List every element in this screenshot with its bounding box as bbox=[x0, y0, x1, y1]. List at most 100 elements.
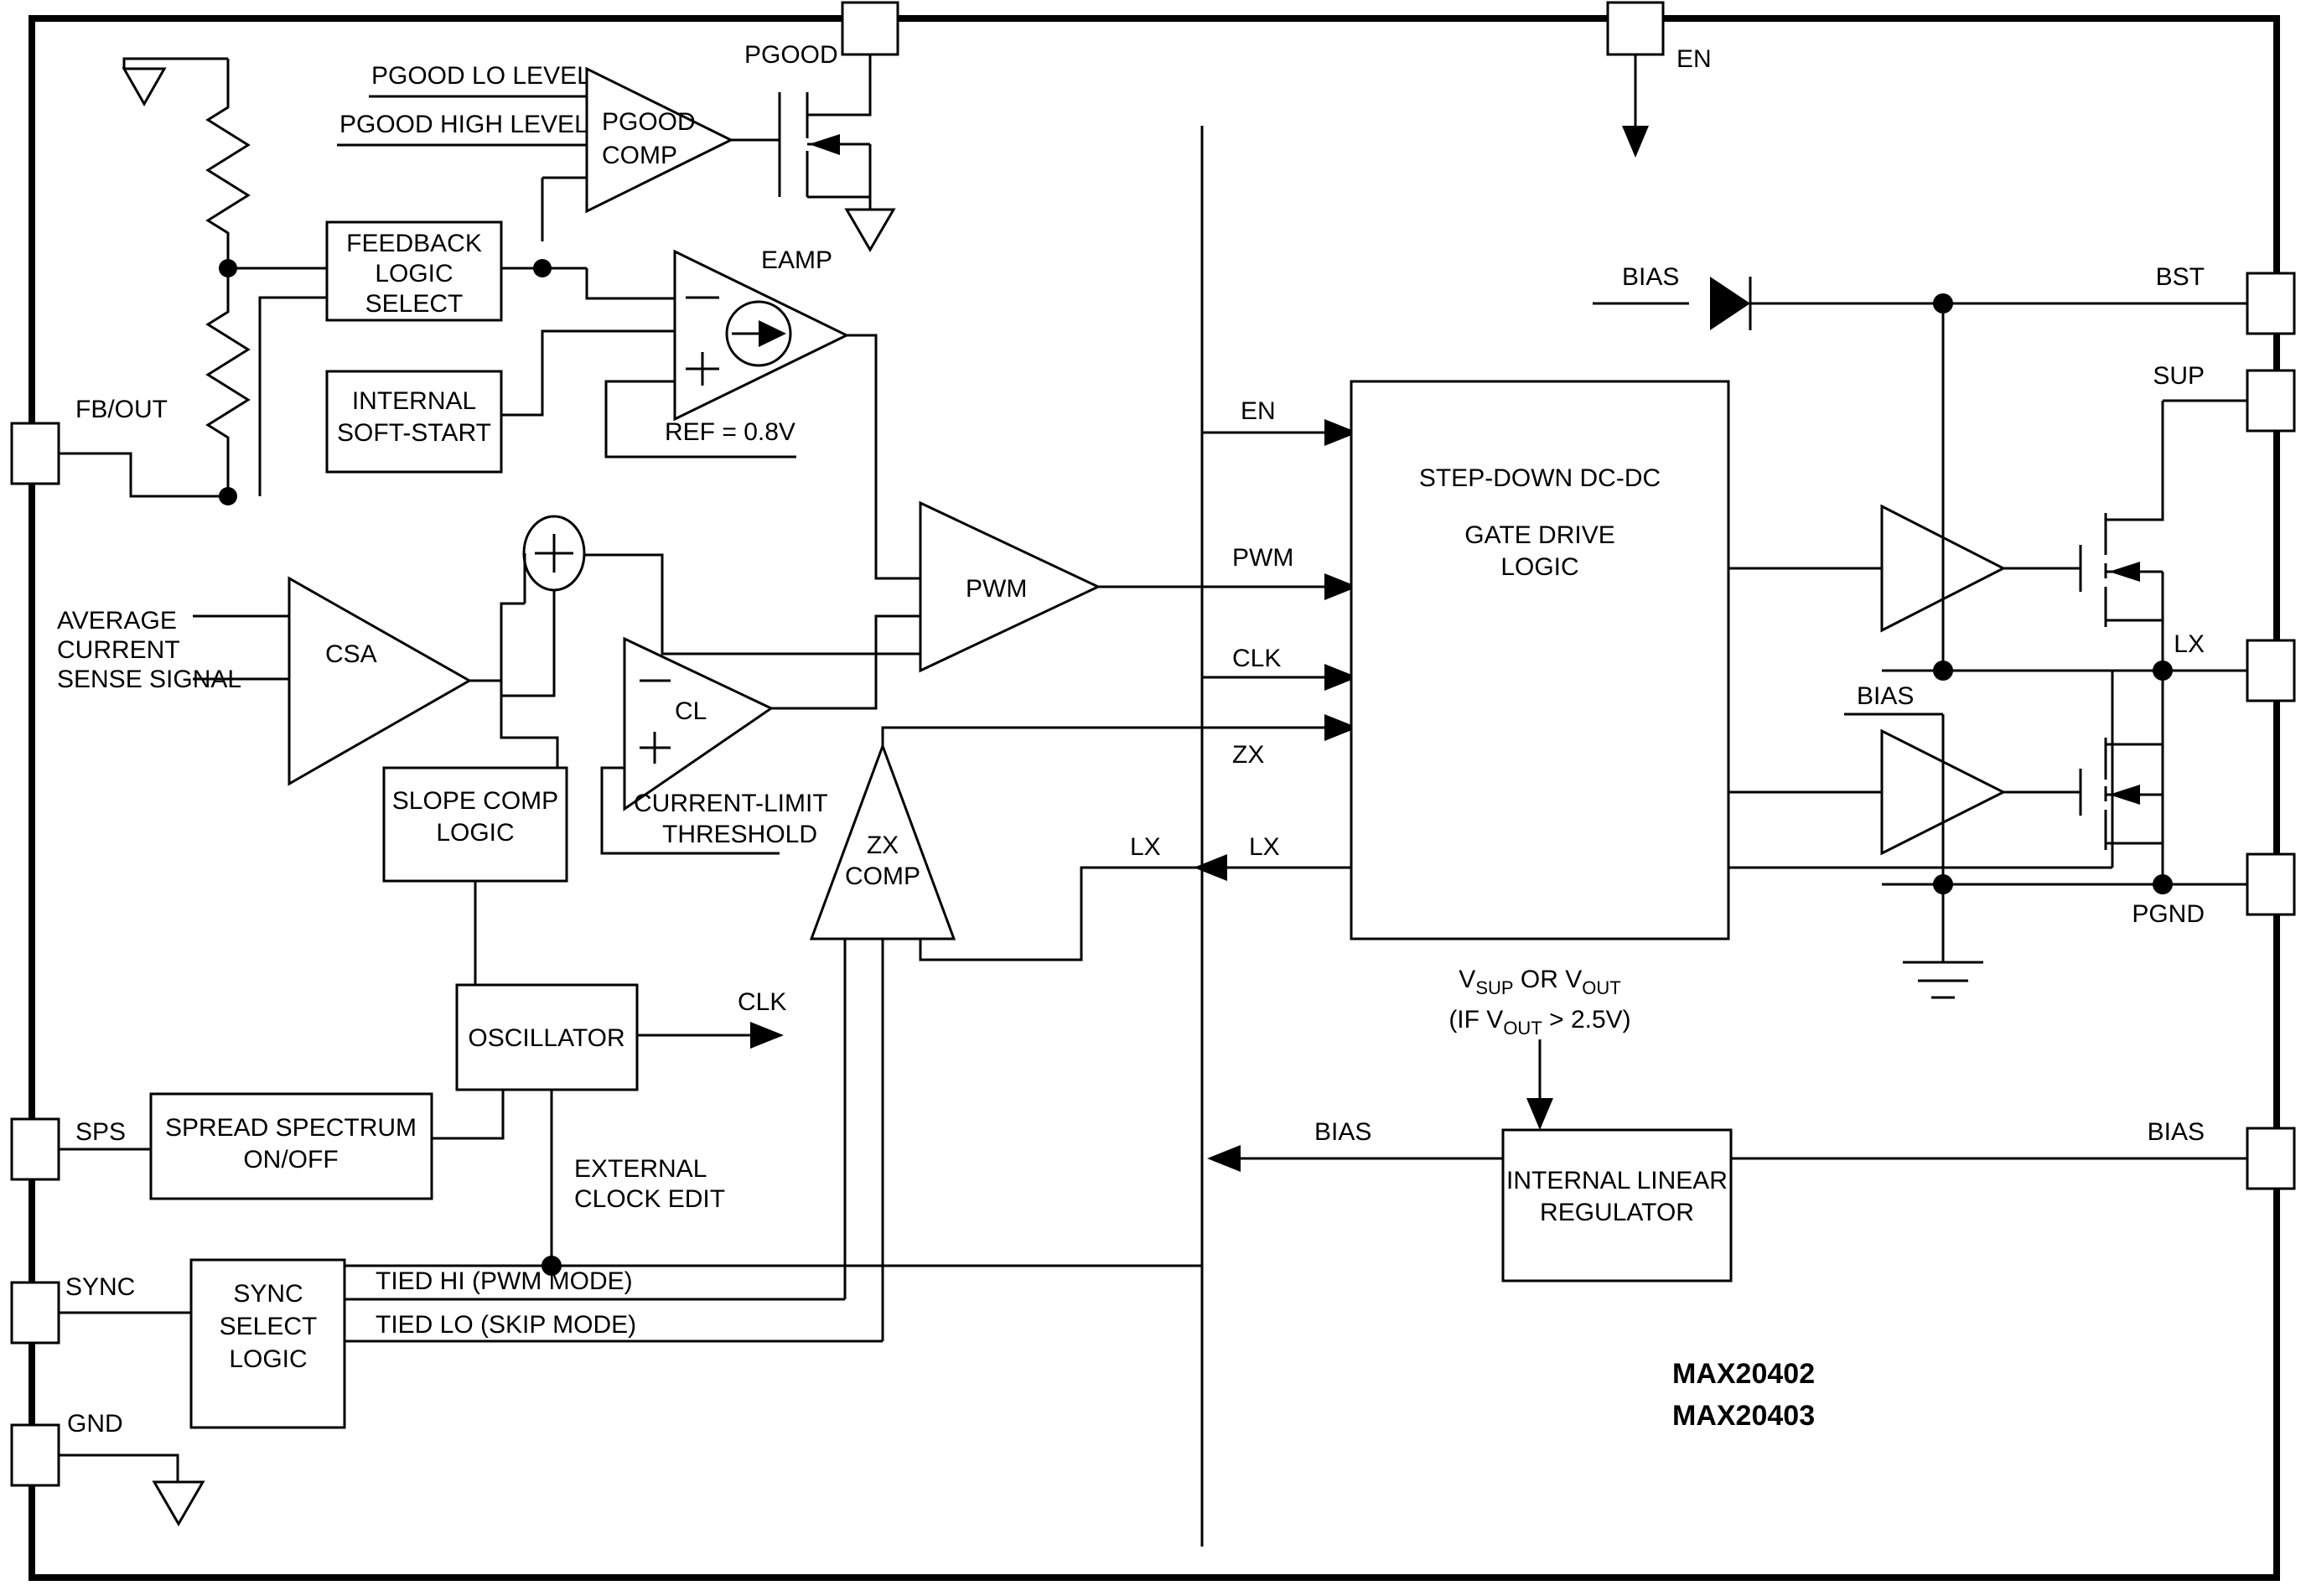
pin-pad[interactable] bbox=[10, 1423, 60, 1487]
pin-pad[interactable] bbox=[2246, 369, 2296, 433]
wire-lx-feedback bbox=[919, 866, 1202, 961]
pin-pad[interactable] bbox=[2246, 639, 2296, 702]
pin-pad[interactable] bbox=[10, 422, 60, 485]
part-number-block: MAX20402 MAX20403 bbox=[1672, 1358, 1815, 1432]
label-bias-diode: BIAS bbox=[1622, 263, 1679, 291]
block-label-line3: LOGIC bbox=[1500, 553, 1578, 581]
pin-label-sup: SUP bbox=[2153, 362, 2205, 390]
current-sense-amplifier-csa: CSA AVERAGE CURRENT SENSE SIGNAL bbox=[57, 576, 559, 786]
pin-bst[interactable]: BST bbox=[2156, 263, 2296, 335]
pin-fb-out[interactable]: FB/OUT bbox=[10, 396, 228, 498]
pin-pad[interactable] bbox=[10, 1117, 60, 1181]
high-side-driver bbox=[1880, 303, 2007, 681]
wire bbox=[501, 329, 675, 417]
pin-label-lx: LX bbox=[2174, 630, 2205, 658]
pin-pad-pgood[interactable] bbox=[841, 1, 899, 56]
csa-label: CSA bbox=[325, 640, 377, 668]
block-label-line1: STEP-DOWN DC-DC bbox=[1419, 464, 1661, 492]
label-ext-clock-line2: CLOCK EDIT bbox=[574, 1185, 725, 1213]
block-label-line1: SYNC bbox=[233, 1280, 303, 1308]
pgood-comparator-group: PGOOD LO LEVEL PGOOD HIGH LEVEL PGOOD CO… bbox=[337, 62, 734, 241]
block-label-line2: SOFT-START bbox=[337, 419, 491, 447]
pin-pad[interactable] bbox=[2246, 272, 2296, 335]
ground-triangle-icon bbox=[152, 1480, 205, 1526]
wire-drain bbox=[2106, 671, 2164, 746]
wire bbox=[501, 590, 556, 697]
clk-to-gatedrive: CLK bbox=[1200, 645, 1358, 1266]
pin-label-bst: BST bbox=[2156, 263, 2205, 291]
pin-gnd[interactable]: GND bbox=[10, 1410, 205, 1526]
arrow-icon bbox=[750, 1022, 784, 1049]
pin-en[interactable]: EN bbox=[1606, 1, 1712, 158]
block-label-line3: LOGIC bbox=[229, 1345, 307, 1373]
wire-source bbox=[2106, 842, 2164, 884]
pin-lx[interactable]: LX bbox=[2174, 630, 2296, 702]
label-bias-lowside: BIAS bbox=[1857, 682, 1914, 710]
wire-sum-out bbox=[584, 553, 920, 656]
resistor-icon bbox=[205, 91, 251, 268]
block-label-line2: LOGIC bbox=[375, 260, 453, 288]
part-number-1: MAX20402 bbox=[1672, 1358, 1815, 1390]
pin-sps[interactable]: SPS bbox=[10, 1117, 151, 1181]
signal-label-clk: CLK bbox=[1232, 645, 1281, 672]
wire-csa-out bbox=[469, 602, 525, 682]
csa-triangle bbox=[288, 576, 473, 786]
pgood-comp-label-line1: PGOOD bbox=[602, 108, 696, 136]
wire bbox=[585, 268, 675, 300]
label-bias-left: BIAS bbox=[1314, 1118, 1371, 1146]
high-side-mosfet bbox=[2003, 401, 2173, 681]
label-avg-current-line2: CURRENT bbox=[57, 636, 180, 664]
block-label-line2: SELECT bbox=[220, 1313, 318, 1340]
part-number-2: MAX20403 bbox=[1672, 1400, 1815, 1432]
feedback-resistor-divider bbox=[122, 57, 251, 505]
vsup-or-vout-annotation: VSUP OR VOUT (IF VOUT > 2.5V) bbox=[1448, 966, 1631, 1130]
label-pgood-lo-level: PGOOD LO LEVEL bbox=[371, 62, 591, 90]
label-vsup-or-vout: VSUP OR VOUT bbox=[1459, 966, 1620, 998]
label-ref: REF = 0.8V bbox=[665, 418, 795, 446]
pin-label-pgnd: PGND bbox=[2132, 900, 2205, 928]
block-oscillator: OSCILLATOR CLK EXTERNAL CLOCK EDIT bbox=[430, 983, 786, 1276]
block-label-line3: SELECT bbox=[365, 290, 464, 318]
pin-pad[interactable] bbox=[1606, 1, 1665, 56]
diode-icon bbox=[1710, 277, 1750, 330]
pwm-label: PWM bbox=[966, 575, 1027, 603]
low-side-mosfet bbox=[2003, 671, 2173, 894]
circuit-schematic: FB/OUT PGOOD LO LEVEL PGOOD HIGH LEVEL P… bbox=[10, 1, 2296, 1581]
resistor-icon bbox=[205, 268, 251, 496]
pin-pad[interactable] bbox=[2246, 1127, 2296, 1190]
block-label-oscillator: OSCILLATOR bbox=[468, 1024, 624, 1052]
zx-comparator: ZX COMP ZX LX bbox=[809, 714, 1358, 1341]
signal-label-en: EN bbox=[1241, 397, 1276, 425]
block-label-line1: SLOPE COMP bbox=[392, 787, 558, 815]
pin-pad[interactable] bbox=[2246, 852, 2296, 916]
zx-label-line1: ZX bbox=[867, 832, 899, 859]
pin-pad[interactable] bbox=[10, 1281, 60, 1345]
signal-label-lx-left: LX bbox=[1130, 833, 1161, 861]
pin-label-sync: SYNC bbox=[65, 1273, 135, 1301]
pgood-comparator bbox=[585, 66, 734, 214]
label-clk-out: CLK bbox=[738, 988, 786, 1016]
pin-sync[interactable]: SYNC bbox=[10, 1273, 191, 1345]
error-amplifier-eamp: EAMP REF = 0.8V bbox=[604, 246, 920, 580]
wire bbox=[430, 1090, 505, 1140]
pin-bias[interactable]: BIAS bbox=[2148, 1118, 2296, 1190]
block-label-line2: REGULATOR bbox=[1540, 1199, 1694, 1226]
wire-zx-out bbox=[881, 726, 1350, 746]
pin-label-pgood: PGOOD bbox=[744, 41, 838, 69]
pin-sup[interactable]: SUP bbox=[2153, 362, 2296, 433]
arrow-icon bbox=[1194, 854, 1227, 881]
block-label-line2: GATE DRIVE bbox=[1464, 521, 1614, 549]
ground-triangle-icon bbox=[122, 67, 167, 107]
block-label-line2: LOGIC bbox=[436, 819, 514, 847]
summing-node bbox=[501, 515, 920, 697]
block-diagram-canvas: FB/OUT PGOOD LO LEVEL PGOOD HIGH LEVEL P… bbox=[0, 0, 2306, 1596]
label-vsup-condition: (IF VOUT > 2.5V) bbox=[1448, 1006, 1630, 1039]
pgood-output-mosfet: PGOOD bbox=[731, 1, 899, 252]
pin-label-gnd: GND bbox=[67, 1410, 123, 1438]
block-gate-drive-logic: STEP-DOWN DC-DC GATE DRIVE LOGIC LX bbox=[1194, 380, 2112, 940]
label-pgood-high-level: PGOOD HIGH LEVEL bbox=[339, 111, 588, 138]
pin-label-bias: BIAS bbox=[2148, 1118, 2205, 1146]
wire-cl-out bbox=[771, 614, 920, 710]
bias-bootstrap-diode: BIAS bbox=[1593, 263, 2247, 330]
signal-label-pwm: PWM bbox=[1232, 544, 1293, 572]
